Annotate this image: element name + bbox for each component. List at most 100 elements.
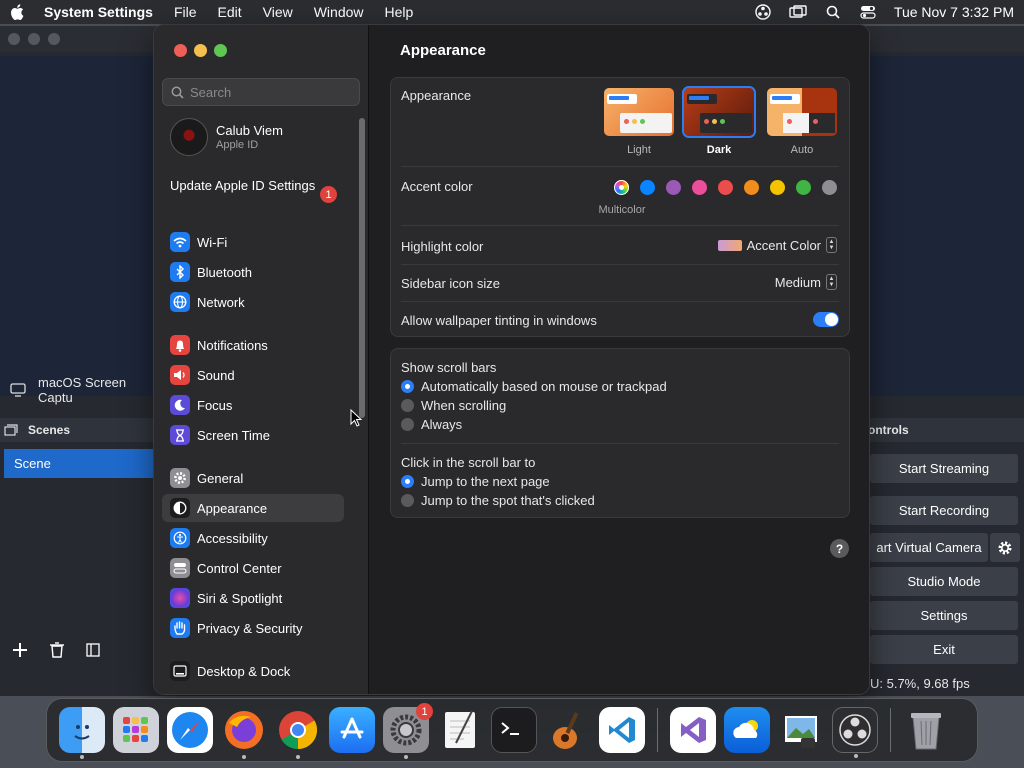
- start-streaming-button[interactable]: Start Streaming: [870, 454, 1018, 483]
- sidebar-item-screen-time[interactable]: Screen Time: [162, 421, 344, 449]
- dock: 1: [46, 698, 978, 762]
- menu-view[interactable]: View: [263, 4, 293, 20]
- wallpaper-tinting-toggle[interactable]: [813, 312, 839, 327]
- sidebar-item-control-center[interactable]: Control Center: [162, 554, 344, 582]
- radio-unselected-icon: [401, 418, 414, 431]
- sidebar-item-privacy-security[interactable]: Privacy & Security: [162, 614, 344, 642]
- app-store-icon[interactable]: [329, 707, 375, 753]
- finder-icon[interactable]: [59, 707, 105, 759]
- appearance-auto-option[interactable]: [767, 88, 837, 136]
- sidebar-item-wifi[interactable]: Wi-Fi: [162, 228, 344, 256]
- safari-icon[interactable]: [167, 707, 213, 753]
- appearance-light-option[interactable]: [604, 88, 674, 136]
- chrome-icon[interactable]: [275, 707, 321, 759]
- sidebar-item-focus[interactable]: Focus: [162, 391, 344, 419]
- close-button[interactable]: [174, 44, 187, 57]
- accent-yellow-swatch[interactable]: [770, 180, 785, 195]
- obs-zoom-button[interactable]: [48, 33, 60, 45]
- search-field[interactable]: Search: [162, 78, 360, 106]
- appearance-dark-option[interactable]: [684, 88, 754, 136]
- scroll-bars-when-scrolling-radio[interactable]: When scrolling: [401, 398, 506, 413]
- obs-close-button[interactable]: [8, 33, 20, 45]
- profile-subtitle: Apple ID: [216, 139, 259, 151]
- preview-icon[interactable]: [778, 707, 824, 753]
- spotlight-search-icon[interactable]: [824, 4, 842, 20]
- firefox-icon[interactable]: [221, 707, 267, 759]
- menu-edit[interactable]: Edit: [218, 4, 242, 20]
- sidebar-scrollbar[interactable]: [359, 118, 365, 418]
- sidebar-icon-size-select[interactable]: Medium ▲ ▼: [775, 274, 837, 290]
- garageband-icon[interactable]: [545, 707, 591, 753]
- radio-selected-icon: [401, 380, 414, 393]
- system-settings-icon[interactable]: 1: [383, 703, 433, 759]
- highlight-color-select[interactable]: Accent Color ▲ ▼: [717, 237, 837, 253]
- virtual-camera-settings-button[interactable]: [990, 533, 1020, 562]
- sidebar-item-notifications[interactable]: Notifications: [162, 331, 344, 359]
- accent-blue-swatch[interactable]: [640, 180, 655, 195]
- trash-icon[interactable]: [903, 707, 949, 753]
- vscode-icon[interactable]: [599, 707, 645, 753]
- obs-minimize-button[interactable]: [28, 33, 40, 45]
- sidebar-item-sound[interactable]: Sound: [162, 361, 344, 389]
- menu-file[interactable]: File: [174, 4, 197, 20]
- studio-mode-button[interactable]: Studio Mode: [870, 567, 1018, 596]
- menubar-clock[interactable]: Tue Nov 7 3:32 PM: [894, 4, 1014, 20]
- accent-multicolor-swatch[interactable]: [614, 180, 629, 195]
- launchpad-icon[interactable]: [113, 707, 159, 753]
- bell-icon: [170, 335, 190, 355]
- cloud-icon[interactable]: [724, 707, 770, 753]
- trash-icon[interactable]: [50, 642, 64, 658]
- sidebar-item-label: Appearance: [197, 500, 268, 516]
- minimize-button[interactable]: [194, 44, 207, 57]
- gear-icon: [997, 540, 1013, 556]
- sidebar-item-desktop-dock[interactable]: Desktop & Dock: [162, 657, 344, 685]
- sidebar-item-bluetooth[interactable]: Bluetooth: [162, 258, 344, 286]
- sidebar-item-network[interactable]: Network: [162, 288, 344, 316]
- terminal-icon[interactable]: [491, 707, 537, 753]
- scroll-bars-auto-radio[interactable]: Automatically based on mouse or trackpad: [401, 379, 667, 394]
- control-center-icon[interactable]: [859, 4, 877, 20]
- accent-green-swatch[interactable]: [796, 180, 811, 195]
- accent-caption: Multicolor: [598, 204, 646, 216]
- menu-window[interactable]: Window: [314, 4, 364, 20]
- radio-selected-icon: [401, 475, 414, 488]
- obs-source-row[interactable]: macOS Screen Captu: [0, 375, 160, 405]
- update-apple-id-settings[interactable]: Update Apple ID Settings: [170, 178, 340, 194]
- obs-tray-icon[interactable]: [754, 4, 772, 20]
- accent-red-swatch[interactable]: [718, 180, 733, 195]
- zoom-button[interactable]: [214, 44, 227, 57]
- sidebar-item-general[interactable]: General: [162, 464, 344, 492]
- apple-logo-icon[interactable]: [10, 4, 26, 20]
- accent-purple-swatch[interactable]: [666, 180, 681, 195]
- obs-scene-item[interactable]: Scene: [4, 449, 156, 478]
- divider: [401, 301, 839, 302]
- jump-next-page-radio[interactable]: Jump to the next page: [401, 474, 550, 489]
- accent-orange-swatch[interactable]: [744, 180, 759, 195]
- add-icon[interactable]: [12, 642, 28, 658]
- sidebar-item-appearance[interactable]: Appearance: [162, 494, 344, 522]
- filter-icon[interactable]: [86, 643, 100, 657]
- screen-mirror-icon[interactable]: [789, 4, 807, 20]
- help-button[interactable]: ?: [830, 539, 849, 558]
- scroll-bars-always-radio[interactable]: Always: [401, 417, 462, 432]
- apple-id-profile[interactable]: Calub Viem Apple ID: [170, 118, 283, 156]
- start-recording-button[interactable]: Start Recording: [870, 496, 1018, 525]
- update-badge: 1: [320, 186, 337, 203]
- obs-controls-header: ontrols: [866, 418, 1024, 442]
- menu-app-name[interactable]: System Settings: [44, 4, 153, 20]
- appearance-icon: [170, 498, 190, 518]
- visual-studio-icon[interactable]: [670, 707, 716, 753]
- virtual-camera-button[interactable]: art Virtual Camera: [870, 533, 988, 562]
- obs-settings-button[interactable]: Settings: [870, 601, 1018, 630]
- settings-badge: 1: [416, 703, 433, 720]
- accent-graphite-swatch[interactable]: [822, 180, 837, 195]
- textedit-icon[interactable]: [437, 707, 483, 753]
- sidebar-item-accessibility[interactable]: Accessibility: [162, 524, 344, 552]
- highlight-swatch: [717, 239, 742, 251]
- menu-help[interactable]: Help: [385, 4, 414, 20]
- sidebar-item-siri-spotlight[interactable]: Siri & Spotlight: [162, 584, 344, 612]
- jump-to-spot-radio[interactable]: Jump to the spot that's clicked: [401, 493, 595, 508]
- obs-icon[interactable]: [832, 707, 878, 758]
- exit-button[interactable]: Exit: [870, 635, 1018, 664]
- accent-pink-swatch[interactable]: [692, 180, 707, 195]
